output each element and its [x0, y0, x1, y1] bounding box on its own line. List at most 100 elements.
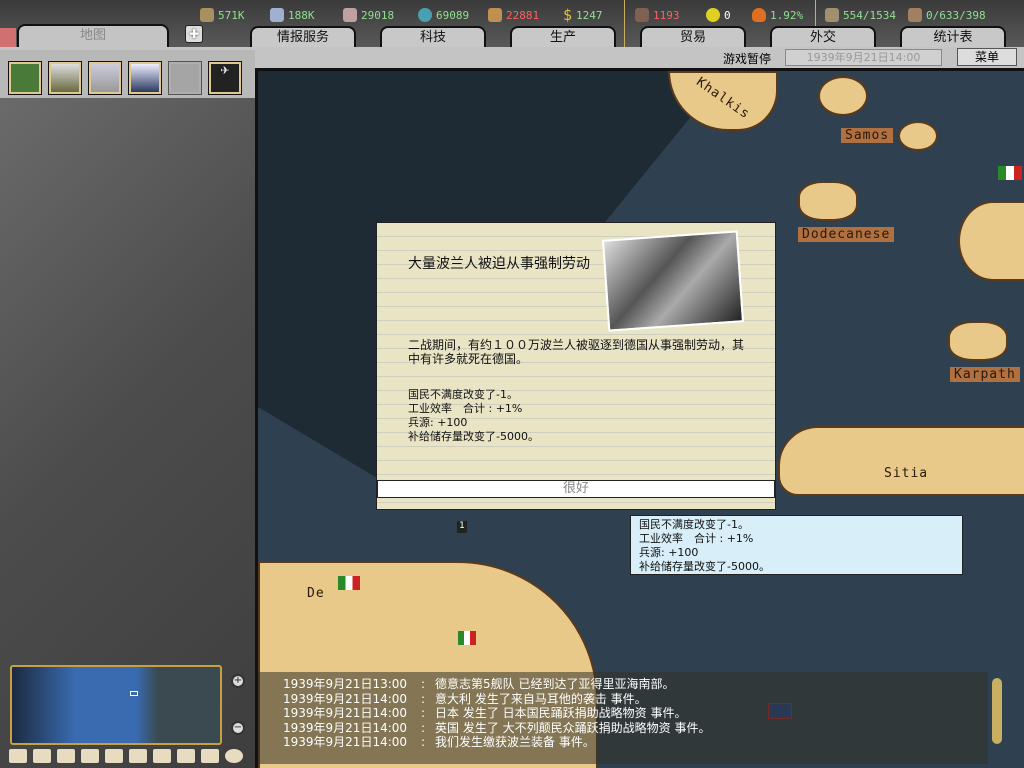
log-date: 1939年9月21日13:00	[283, 677, 408, 691]
minimap[interactable]	[10, 665, 222, 745]
metal-value: 188K	[288, 8, 315, 22]
tooltip-line: 国民不满度改变了-1。	[639, 518, 749, 531]
log-date: 1939年9月21日14:00	[283, 691, 408, 706]
ok-button[interactable]: 很好	[377, 480, 775, 498]
tab-statistics[interactable]: 统计表	[900, 26, 1006, 48]
money-value: 1247	[576, 8, 603, 22]
paused-label: 游戏暂停	[723, 52, 772, 66]
map-label-sitia: Sitia	[884, 466, 929, 481]
event-photo	[601, 230, 745, 332]
tooltip-line: 补给储存量改变了-5000。	[639, 560, 770, 573]
effect-line: 兵源: +100	[408, 416, 468, 429]
event-description: 二战期间，有约１００万波兰人被驱逐到德国从事强制劳动，其中有许多就死在德国。	[408, 338, 745, 366]
land-units-button[interactable]	[48, 61, 82, 95]
log-text: 意大利 发生了来自马耳他的袭击 事件。	[435, 691, 647, 706]
map-label-de: De	[307, 586, 325, 601]
log-sep: :	[421, 677, 426, 691]
tab-map[interactable]: 地图	[17, 24, 169, 48]
zoom-in-button[interactable]: +	[231, 674, 245, 688]
log-entry: 1939年9月21日14:00: 日本 发生了 日本国民踊跃捐助战略物资 事件。	[283, 706, 988, 721]
transports-resource: 554/1534	[825, 6, 896, 24]
money-filter-icon[interactable]	[81, 749, 99, 763]
effect-line: 补给储存量改变了-5000。	[408, 430, 539, 443]
supplies-value: 22881	[506, 8, 540, 22]
flag-filter-icon[interactable]	[33, 749, 51, 763]
log-text: 我们发生缴获波兰装备 事件。	[435, 735, 595, 749]
menu-button[interactable]: 菜单	[957, 48, 1017, 66]
supply-filter-icon[interactable]	[129, 749, 147, 763]
event-dialog: 大量波兰人被迫从事强制劳动 二战期间，有约１００万波兰人被驱逐到德国从事强制劳动…	[376, 222, 776, 510]
map-label-samos: Samos	[841, 128, 894, 143]
naval-units-button[interactable]	[128, 61, 162, 95]
money-resource: $1247	[563, 6, 603, 24]
metal-icon	[270, 8, 284, 22]
rare-materials-value: 29018	[361, 8, 395, 22]
terrain-filter-icon[interactable]	[9, 749, 27, 763]
metal-resource: 188K	[270, 6, 315, 24]
tab-intelligence[interactable]: 情报服务	[250, 26, 356, 48]
rare-materials-icon	[343, 8, 357, 22]
leader-button[interactable]	[168, 61, 202, 95]
soldier-icon	[635, 8, 649, 22]
log-date: 1939年9月21日14:00	[283, 735, 408, 749]
unit-count-badge[interactable]: 1	[457, 521, 467, 533]
manpower-value: 1193	[653, 8, 680, 22]
tab-production[interactable]: 生产	[510, 26, 616, 48]
alliance-filter-icon[interactable]	[177, 749, 195, 763]
map-label-dodecanese: Dodecanese	[798, 227, 895, 242]
italy-flag-icon	[338, 576, 360, 590]
region-filter-icon[interactable]	[153, 749, 171, 763]
log-sep: :	[421, 691, 426, 706]
convoy-icon	[908, 8, 922, 22]
transports-value: 554/1534	[843, 8, 896, 22]
log-entry: 1939年9月21日14:00: 我们发生缴获波兰装备 事件。	[283, 735, 988, 750]
partisan-filter-icon[interactable]	[201, 749, 219, 763]
move-icon[interactable]: ✚	[185, 25, 203, 43]
oil-drop-icon	[418, 8, 432, 22]
resource-filter-icon[interactable]	[105, 749, 123, 763]
tab-diplomacy[interactable]: 外交	[770, 26, 876, 48]
log-text: 德意志第5舰队 已经到达了亚得里亚海南部。	[435, 677, 675, 691]
log-text: 英国 发生了 大不列颠民众踊跃捐助战略物资 事件。	[435, 720, 711, 735]
dissent-value: 1.92%	[770, 8, 804, 22]
tab-technology[interactable]: 科技	[380, 26, 486, 48]
log-entry: 1939年9月21日14:00: 英国 发生了 大不列颠民众踊跃捐助战略物资 事件…	[283, 721, 988, 736]
unit-list-button[interactable]: ✈	[208, 61, 242, 95]
nuclear-value: 0	[724, 8, 731, 22]
manpower-resource: 1193	[635, 6, 680, 24]
log-text: 日本 发生了 日本国民踊跃捐助战略物资 事件。	[435, 706, 687, 720]
star-filter-icon[interactable]	[225, 749, 243, 763]
supplies-crate-icon	[488, 8, 502, 22]
fire-icon	[752, 8, 766, 22]
convoys-resource: 0/633/398	[908, 6, 986, 24]
map-label-karpathos: Karpath	[950, 367, 1020, 382]
log-entry: 1939年9月21日13:00: 德意志第5舰队 已经到达了亚得里亚海南部。	[283, 677, 988, 692]
zoom-out-button[interactable]: −	[231, 721, 245, 735]
tooltip-line: 兵源: +100	[639, 546, 699, 559]
effect-line: 国民不满度改变了-1。	[408, 388, 518, 401]
left-panel	[0, 47, 255, 768]
dissent-resource: 1.92%	[752, 6, 803, 24]
log-date: 1939年9月21日14:00	[283, 706, 408, 720]
italy-flag-icon	[998, 166, 1022, 180]
log-sep: :	[421, 735, 426, 749]
tab-trade[interactable]: 贸易	[640, 26, 746, 48]
dollar-icon: $	[563, 6, 573, 24]
log-sep: :	[421, 720, 426, 735]
energy-value: 571K	[218, 8, 245, 22]
log-entry: 1939年9月21日14:00: 意大利 发生了来自马耳他的袭击 事件。	[283, 692, 988, 707]
log-scrollbar[interactable]	[992, 678, 1002, 744]
message-log[interactable]: 1939年9月21日13:00: 德意志第5舰队 已经到达了亚得里亚海南部。 19…	[258, 672, 988, 764]
date-display: 1939年9月21日14:00	[785, 49, 942, 66]
weather-filter-icon[interactable]	[57, 749, 75, 763]
minimap-viewport[interactable]	[130, 691, 138, 696]
political-map-button[interactable]	[8, 61, 42, 95]
supplies-resource: 22881	[488, 6, 539, 24]
flag-swatch	[0, 28, 16, 48]
log-date: 1939年9月21日14:00	[283, 720, 408, 735]
truck-icon	[825, 8, 839, 22]
event-effects: 国民不满度改变了-1。 工业效率 合计 : +1% 兵源: +100 补给储存量…	[408, 388, 539, 444]
effect-line: 工业效率 合计 : +1%	[408, 402, 523, 415]
air-units-button[interactable]	[88, 61, 122, 95]
rare-materials-resource: 29018	[343, 6, 394, 24]
